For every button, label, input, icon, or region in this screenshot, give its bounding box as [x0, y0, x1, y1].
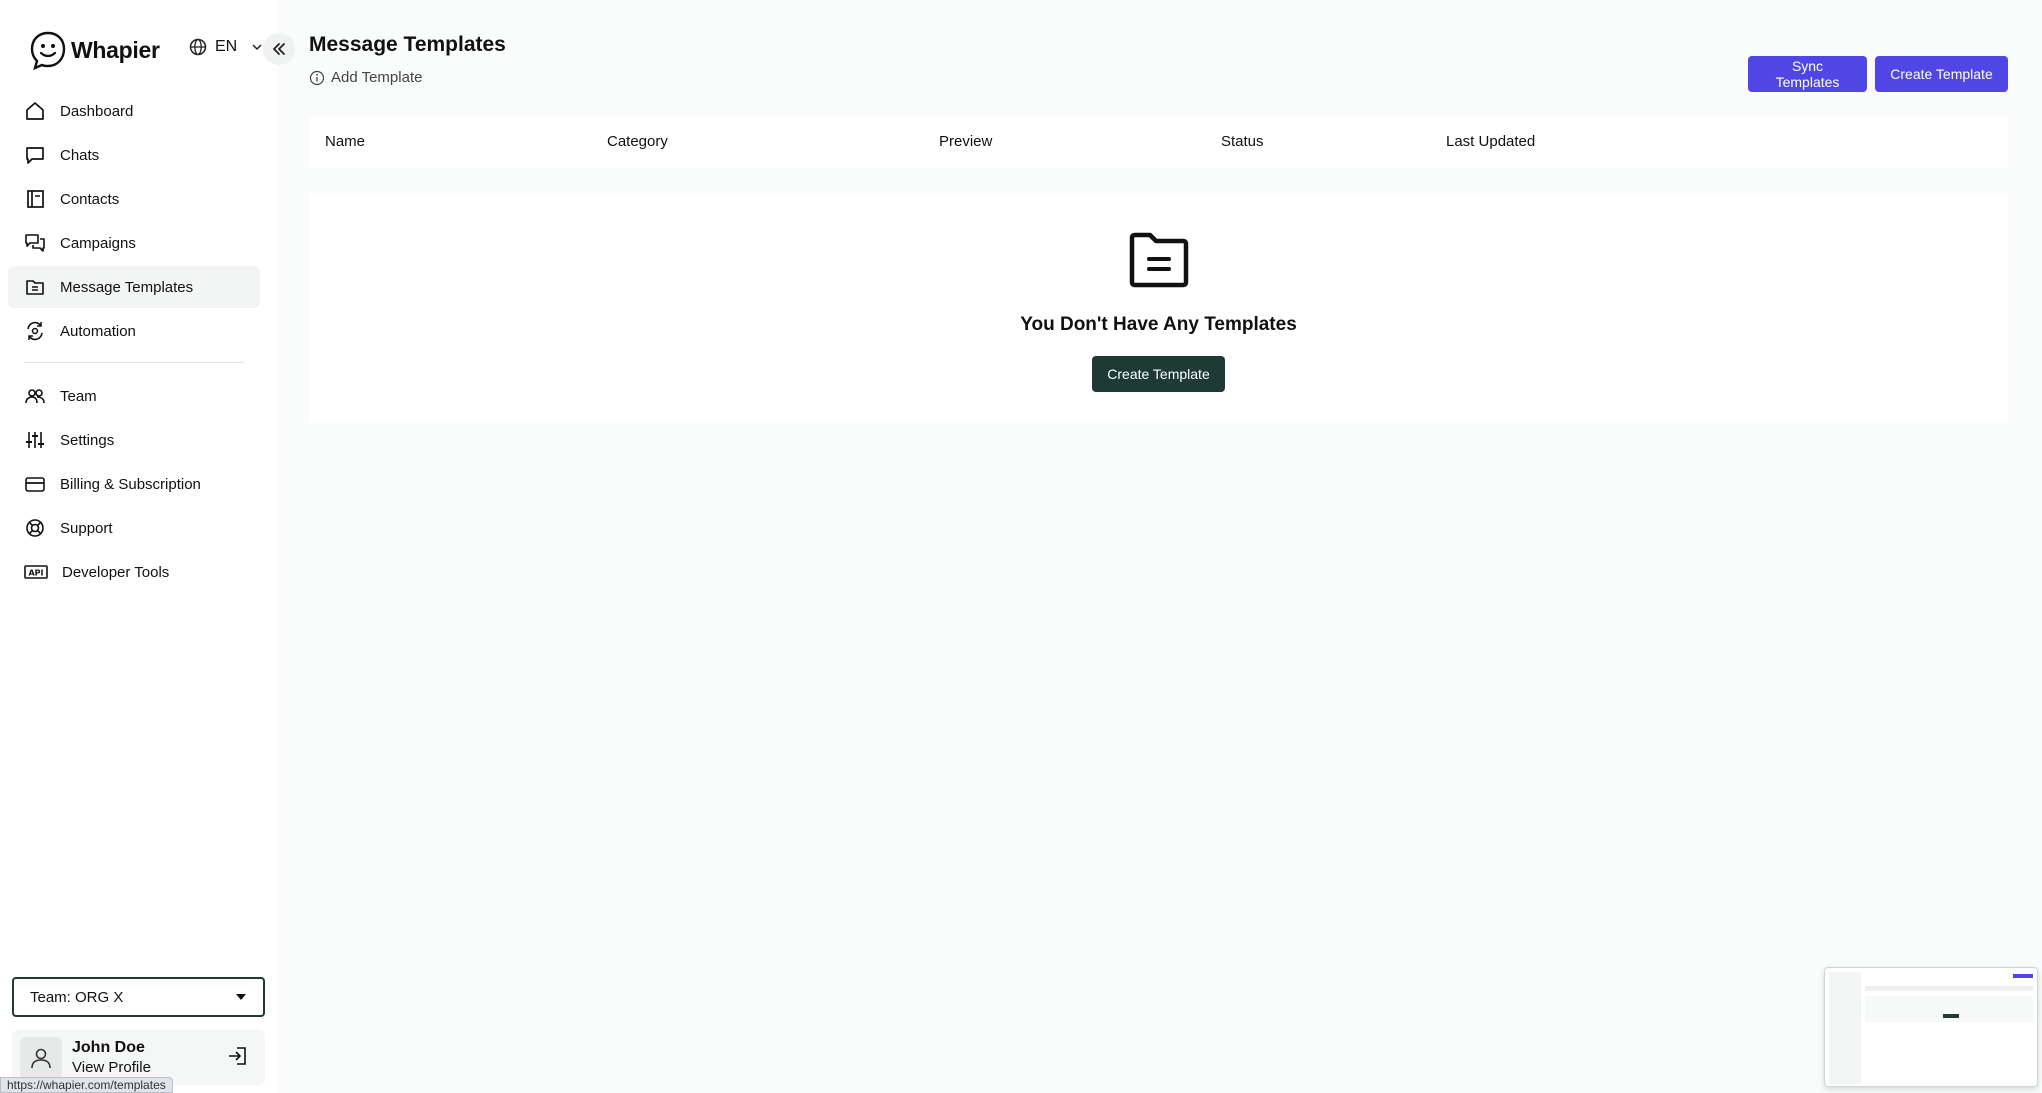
collapse-sidebar-button[interactable] [263, 33, 295, 65]
thumbnail-button [2013, 974, 2033, 978]
column-header-name[interactable]: Name [325, 133, 365, 150]
sidebar-item-label: Team [60, 387, 97, 405]
nav-divider [24, 362, 244, 363]
sidebar-item-support[interactable]: Support [8, 507, 260, 549]
sidebar-item-label: Contacts [60, 190, 120, 208]
create-template-button[interactable]: Create Template [1875, 56, 2008, 92]
contacts-book-icon [27, 190, 44, 208]
caret-down-icon [236, 994, 246, 1000]
logout-button[interactable] [227, 1045, 249, 1072]
column-header-last-updated[interactable]: Last Updated [1446, 133, 1535, 150]
sidebar-item-chats[interactable]: Chats [8, 134, 260, 176]
view-profile-link[interactable]: View Profile [72, 1058, 151, 1078]
sidebar-item-dashboard[interactable]: Dashboard [8, 90, 260, 132]
credit-card-icon [25, 477, 45, 492]
sidebar-item-developer-tools[interactable]: API Developer Tools [8, 551, 260, 593]
automation-icon [27, 321, 43, 341]
thumbnail-card [1865, 996, 2033, 1022]
sidebar-item-settings[interactable]: Settings [8, 419, 260, 461]
column-header-preview[interactable]: Preview [939, 133, 992, 150]
thumbnail-sidebar [1829, 972, 1861, 1084]
sidebar-item-team[interactable]: Team [8, 375, 260, 417]
thumbnail-header [1865, 986, 2033, 991]
language-selector[interactable]: EN [189, 38, 263, 56]
chevron-down-icon [252, 44, 262, 51]
add-template-hint[interactable]: Add Template [309, 69, 422, 86]
home-icon [26, 102, 44, 120]
api-icon: API [24, 565, 48, 579]
sidebar-item-automation[interactable]: Automation [8, 310, 260, 352]
sidebar-item-label: Developer Tools [62, 563, 170, 581]
sidebar-item-label: Support [60, 519, 113, 537]
empty-state-title: You Don't Have Any Templates [1020, 314, 1297, 335]
sidebar-item-label: Chats [60, 146, 100, 164]
team-select-value: Team: ORG X [30, 988, 124, 1006]
table-header: Name Category Preview Status Last Update… [309, 116, 2008, 168]
sidebar-item-message-templates[interactable]: Message Templates [8, 266, 260, 308]
sidebar-item-label: Campaigns [60, 234, 136, 252]
sidebar-item-label: Message Templates [60, 278, 194, 296]
page-title: Message Templates [309, 33, 506, 56]
sliders-icon [26, 432, 44, 448]
sidebar-item-label: Automation [60, 322, 136, 340]
column-header-category[interactable]: Category [607, 133, 668, 150]
sidebar-item-billing[interactable]: Billing & Subscription [8, 463, 260, 505]
folder-document-icon [1129, 232, 1189, 288]
logout-icon [229, 1047, 246, 1065]
double-chevron-left-icon [273, 43, 285, 55]
sidebar-nav: Dashboard Chats Contacts Campaigns Messa… [8, 90, 260, 595]
globe-icon [189, 38, 207, 56]
templates-icon [26, 280, 44, 295]
status-url: https://whapier.com/templates [0, 1077, 173, 1093]
logo[interactable]: Whapier [29, 29, 160, 71]
sidebar-item-label: Billing & Subscription [60, 475, 201, 493]
sidebar-item-contacts[interactable]: Contacts [8, 178, 260, 220]
sidebar-item-campaigns[interactable]: Campaigns [8, 222, 260, 264]
main-content: Message Templates Add Template Sync Temp… [277, 0, 2042, 1093]
sidebar-item-label: Dashboard [60, 102, 134, 120]
app-name: Whapier [71, 36, 160, 63]
lifebuoy-icon [26, 519, 44, 537]
thumbnail-cta [1943, 1014, 1959, 1018]
add-template-label: Add Template [331, 69, 423, 86]
page-preview-thumbnail[interactable] [1824, 967, 2038, 1087]
campaigns-icon [25, 234, 45, 252]
info-icon [309, 70, 325, 85]
team-icon [25, 389, 45, 404]
empty-state: You Don't Have Any Templates Create Temp… [309, 193, 2008, 423]
sync-templates-button[interactable]: Sync Templates [1748, 56, 1867, 92]
empty-create-template-button[interactable]: Create Template [1092, 356, 1225, 392]
team-select[interactable]: Team: ORG X [12, 977, 265, 1017]
svg-text:API: API [28, 569, 43, 578]
chat-icon [26, 147, 44, 164]
sidebar-item-label: Settings [60, 431, 115, 449]
avatar [20, 1036, 62, 1079]
sidebar: Whapier EN Dashboard Chats Contacts Camp… [0, 0, 295, 1093]
logo-smiley-icon [30, 31, 66, 70]
profile-name: John Doe [72, 1038, 145, 1056]
language-code: EN [215, 38, 238, 55]
user-icon [31, 1048, 51, 1068]
column-header-status[interactable]: Status [1221, 133, 1264, 150]
